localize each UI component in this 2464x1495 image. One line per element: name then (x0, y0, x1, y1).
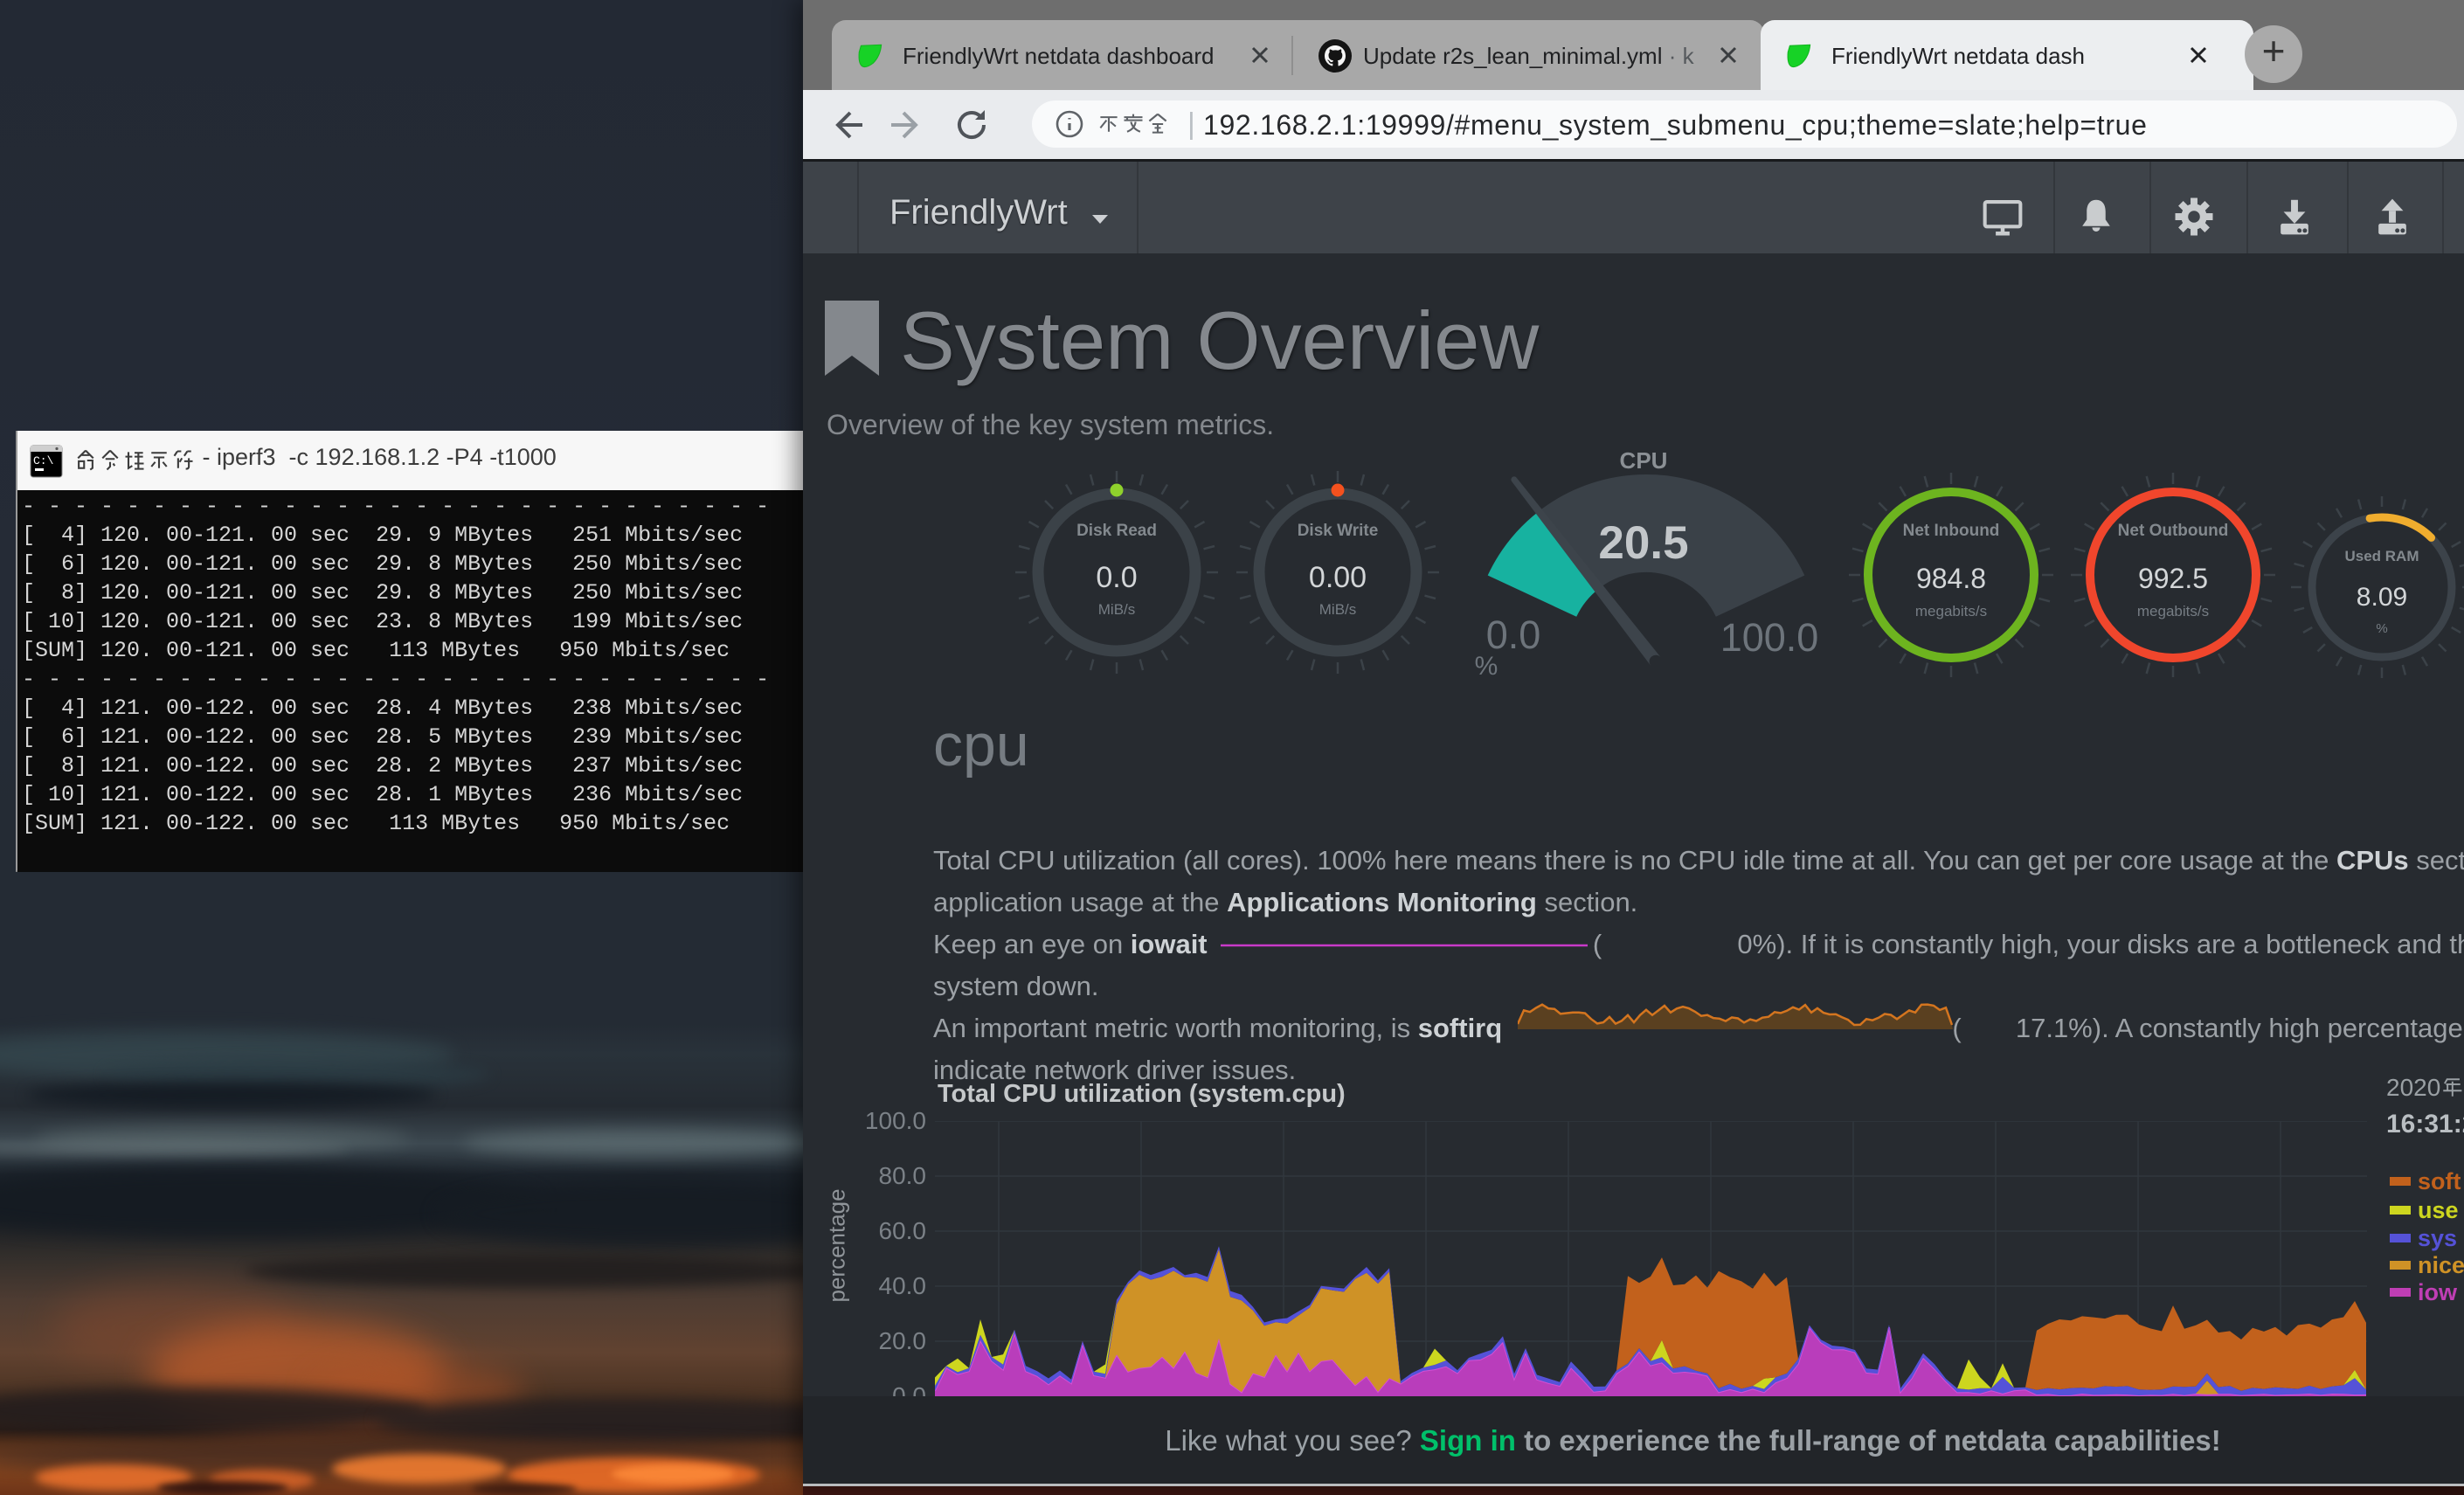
svg-text:C:\: C:\ (33, 454, 54, 467)
